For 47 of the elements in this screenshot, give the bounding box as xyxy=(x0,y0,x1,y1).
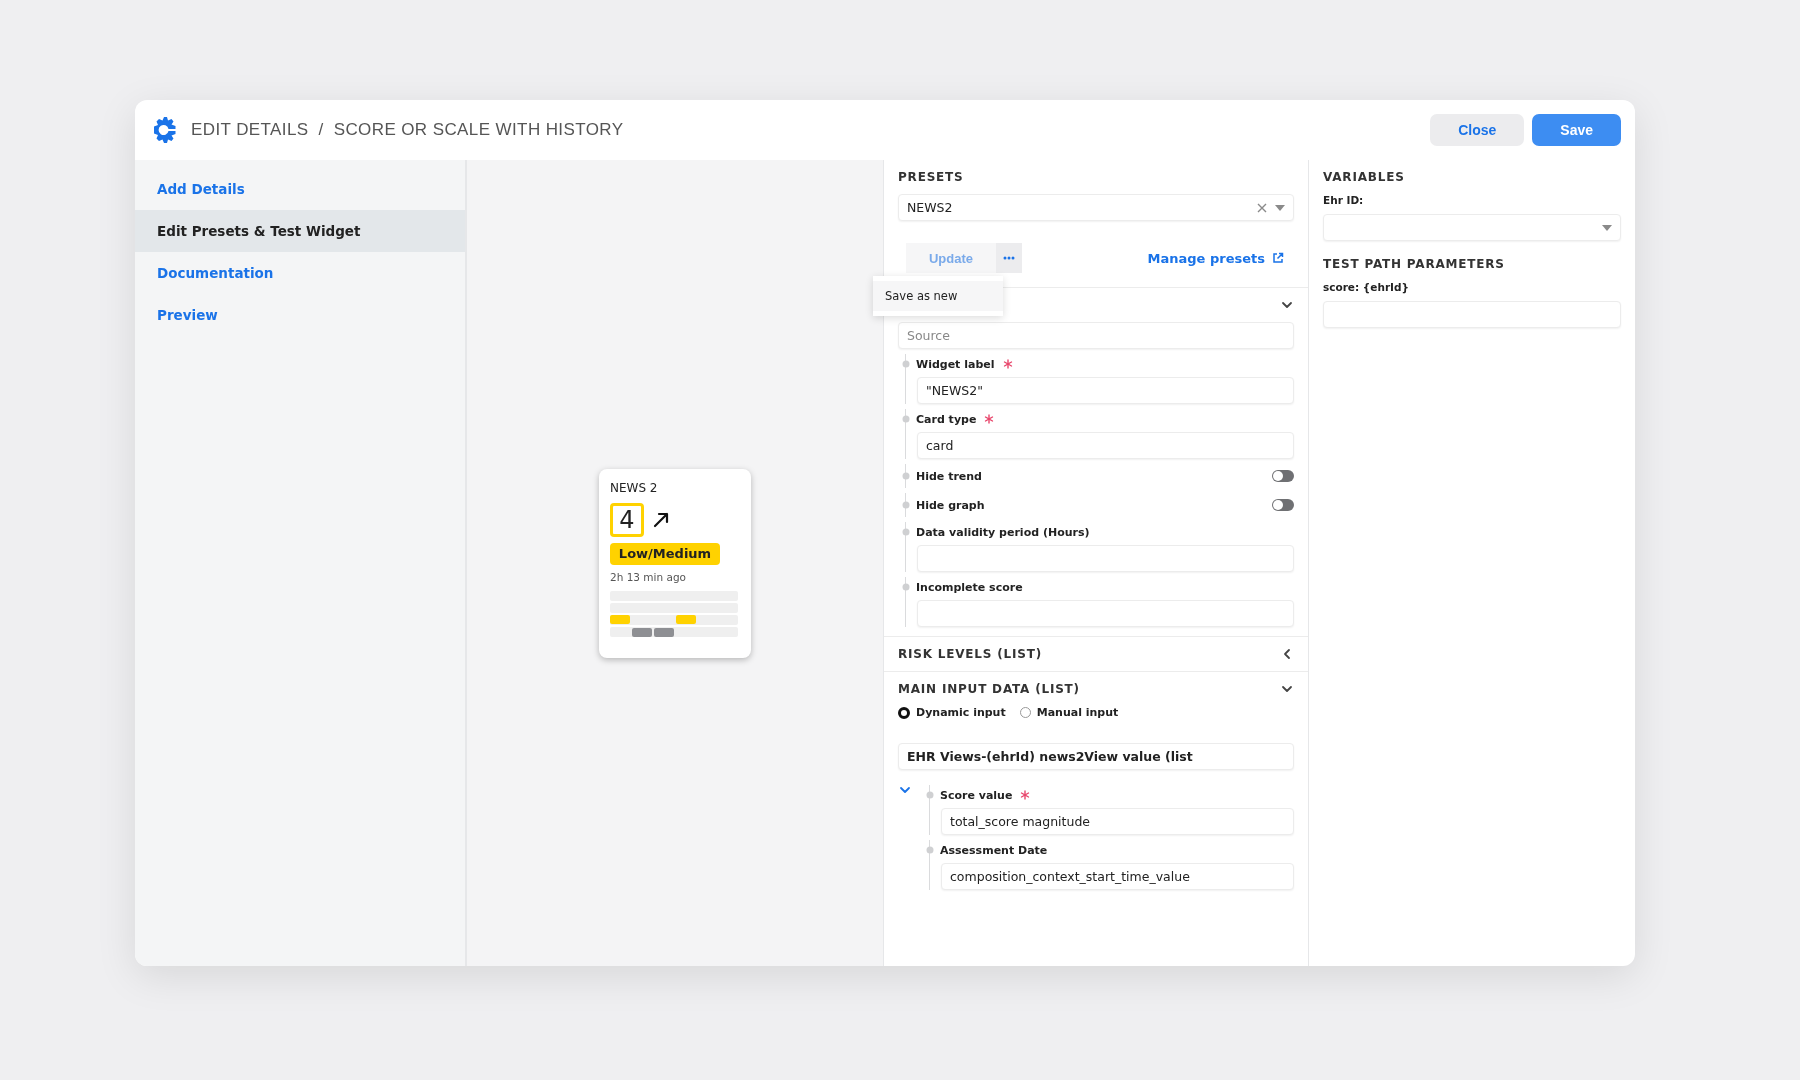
menu-item[interactable]: Save as new xyxy=(873,281,1003,311)
radio-option[interactable]: Manual input xyxy=(1019,706,1119,719)
text-field[interactable]: "NEWS2" xyxy=(917,377,1294,404)
close-button[interactable]: Close xyxy=(1430,114,1525,146)
toggle-switch[interactable] xyxy=(1272,470,1294,482)
sidebar-item[interactable]: Edit Presets & Test Widget xyxy=(135,210,465,252)
field-label: Hide graph xyxy=(916,498,985,512)
field-label: Widget label xyxy=(916,357,995,371)
widget-title: NEWS 2 xyxy=(610,480,659,495)
field-label: Incomplete score xyxy=(916,580,1023,594)
risk-badge: Low/Medium xyxy=(610,542,720,565)
logo-icon xyxy=(151,116,177,144)
field-label: Assessment Date xyxy=(940,843,1048,857)
breadcrumb-separator: / xyxy=(318,120,324,140)
source-select[interactable]: EHR Views-(ehrId) news2View value (list xyxy=(898,743,1294,770)
toggle-switch[interactable] xyxy=(1272,499,1294,511)
radio-option[interactable]: Dynamic input xyxy=(898,706,1006,719)
field-label: Data validity period (Hours) xyxy=(916,525,1090,539)
field-label: Card type xyxy=(916,412,977,426)
text-field[interactable]: composition_context_start_time_value xyxy=(941,863,1294,890)
sidebar-item[interactable]: Documentation xyxy=(135,252,465,294)
dropdown-caret-icon xyxy=(1602,224,1612,231)
section-title: PRESETS xyxy=(898,170,965,184)
source-field[interactable]: Source xyxy=(898,322,1294,349)
preset-select[interactable]: NEWS2 xyxy=(898,194,1294,221)
breadcrumb-item: SCORE OR SCALE WITH HISTORY xyxy=(333,120,624,140)
more-icon xyxy=(1003,256,1015,260)
breadcrumb-item[interactable]: EDIT DETAILS xyxy=(191,120,309,140)
sidebar-item[interactable]: Add Details xyxy=(135,168,465,210)
timestamp: 2h 13 min ago xyxy=(610,570,688,583)
section-title: VARIABLES xyxy=(1323,170,1406,184)
manage-presets-link[interactable]: Manage presets xyxy=(1147,250,1284,266)
text-field[interactable]: card xyxy=(917,432,1294,459)
section-title: RISK LEVELS (LIST) xyxy=(898,647,1042,661)
external-link-icon xyxy=(1272,252,1284,264)
text-field[interactable]: total_score magnitude xyxy=(941,808,1294,835)
score-value: 4 xyxy=(610,502,644,537)
field-label: Ehr ID: xyxy=(1323,194,1365,206)
field-label: score: {ehrId} xyxy=(1323,281,1410,293)
clear-icon xyxy=(1257,202,1267,213)
dropdown-field[interactable] xyxy=(1323,214,1621,241)
section-title: TEST PATH PARAMETERS xyxy=(1323,257,1506,271)
field-label: Score value xyxy=(940,788,1013,802)
section-title: MAIN INPUT DATA (LIST) xyxy=(898,682,1080,696)
sidebar-item[interactable]: Preview xyxy=(135,294,465,336)
field-label: Hide trend xyxy=(916,469,982,483)
dropdown-caret-icon xyxy=(1275,204,1285,211)
